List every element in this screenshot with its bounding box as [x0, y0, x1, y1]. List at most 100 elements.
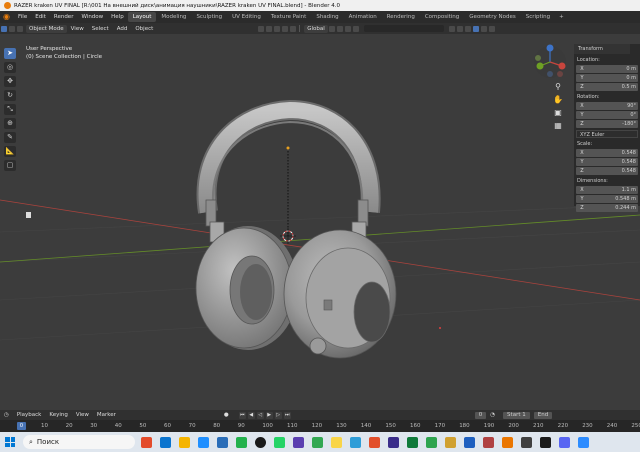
select-mode-icon[interactable]	[9, 25, 15, 32]
viewport-search-field[interactable]	[363, 25, 444, 32]
play-icon[interactable]: ▶	[265, 411, 273, 419]
camera-object-icon[interactable]	[26, 212, 31, 218]
taskbar-app-icon[interactable]	[521, 436, 532, 448]
render-icon[interactable]	[290, 25, 297, 32]
viewport-menu-add[interactable]: Add	[113, 26, 132, 32]
workspace-tab-shading[interactable]: Shading	[311, 12, 343, 22]
camera-icon[interactable]	[282, 25, 289, 32]
taskbar-app-icon[interactable]	[540, 436, 551, 448]
taskbar-app-icon[interactable]	[426, 436, 437, 448]
workspace-tab-geometry-nodes[interactable]: Geometry Nodes	[464, 12, 520, 22]
taskbar-app-icon[interactable]	[274, 436, 285, 448]
taskbar-app-icon[interactable]	[483, 436, 494, 448]
proportional-edit-icon[interactable]	[344, 25, 351, 32]
add-cube-tool-icon[interactable]: ▢	[4, 160, 16, 171]
rotation-z-field[interactable]: Z -180°	[576, 120, 638, 128]
taskbar-app-icon[interactable]	[236, 436, 247, 448]
workspace-tab-sculpting[interactable]: Sculpting	[191, 12, 227, 22]
next-key-icon[interactable]: ▷	[274, 411, 282, 419]
viewport-scene[interactable]	[0, 34, 640, 410]
current-frame-field[interactable]: 0	[474, 411, 487, 419]
shading-wireframe-icon[interactable]	[464, 25, 471, 32]
object-origin[interactable]	[286, 146, 290, 150]
windows-start-icon[interactable]	[5, 437, 15, 447]
scale-x-field[interactable]: X 0.548	[576, 149, 638, 157]
taskbar-app-icon[interactable]	[179, 436, 190, 448]
scale-tool-icon[interactable]: ⤡	[4, 104, 16, 115]
taskbar-app-icon[interactable]	[502, 436, 513, 448]
taskbar-app-icon[interactable]	[559, 436, 570, 448]
menu-window[interactable]: Window	[77, 14, 107, 20]
view-icon[interactable]	[274, 25, 281, 32]
taskbar-app-icon[interactable]	[578, 436, 589, 448]
clock-icon[interactable]: ◔	[486, 412, 499, 418]
measure-tool-icon[interactable]: 📐	[4, 146, 16, 157]
dimensions-x-field[interactable]: X 1.1 m	[576, 186, 638, 194]
taskbar-app-icon[interactable]	[141, 436, 152, 448]
xray-icon[interactable]	[456, 25, 463, 32]
taskbar-app-icon[interactable]	[312, 436, 323, 448]
menu-help[interactable]: Help	[107, 14, 128, 20]
transform-tool-icon[interactable]: ⊕	[4, 118, 16, 129]
3d-viewport[interactable]: ⚲ ✋ ▣ ▦	[0, 34, 640, 410]
move-tool-icon[interactable]: ✥	[4, 76, 16, 87]
sidebar-tabs[interactable]	[630, 44, 640, 64]
shading-rendered-icon[interactable]	[488, 25, 495, 32]
viewport-menu-view[interactable]: View	[67, 26, 88, 32]
rotate-tool-icon[interactable]: ↻	[4, 90, 16, 101]
start-frame-field[interactable]: Start 1	[503, 411, 530, 419]
rotation-y-field[interactable]: Y 0°	[576, 111, 638, 119]
scale-z-field[interactable]: Z 0.548	[576, 167, 638, 175]
viewport-overlays-icon[interactable]	[448, 25, 455, 32]
menu-edit[interactable]: Edit	[31, 14, 50, 20]
taskbar-app-icon[interactable]	[407, 436, 418, 448]
taskbar-app-icon[interactable]	[255, 436, 266, 448]
cursor-tool-icon[interactable]: ◎	[4, 62, 16, 73]
rotation-mode-dropdown[interactable]: XYZ Euler	[576, 130, 638, 138]
taskbar-app-icon[interactable]	[388, 436, 399, 448]
location-z-field[interactable]: Z 0.5 m	[576, 83, 638, 91]
light-object[interactable]	[439, 327, 441, 329]
shading-material-icon[interactable]	[480, 25, 487, 32]
timeline-menu-view[interactable]: View	[72, 412, 93, 418]
jump-end-icon[interactable]: ⏭	[283, 411, 291, 419]
taskbar-app-icon[interactable]	[198, 436, 209, 448]
viewport-menu-select[interactable]: Select	[88, 26, 113, 32]
navigation-gizmo[interactable]	[532, 44, 568, 80]
timeline-menu-playback[interactable]: Playback	[13, 412, 46, 418]
workspace-tab-animation[interactable]: Animation	[344, 12, 382, 22]
menu-file[interactable]: File	[14, 14, 31, 20]
timeline-ruler[interactable]: 0 10 20 30 40 50 60 70 80 90 100 110 120 130 140 150 16…	[0, 420, 640, 432]
taskbar-app-icon[interactable]	[331, 436, 342, 448]
visibility-icon[interactable]	[258, 25, 265, 32]
blender-logo-icon[interactable]: ◉	[3, 13, 11, 21]
workspace-tab-layout[interactable]: Layout	[127, 12, 157, 22]
timeline-editor-icon[interactable]: ◷	[0, 412, 13, 418]
grid-view-icon[interactable]: ▦	[553, 121, 563, 131]
workspace-tab-uv-editing[interactable]: UV Editing	[227, 12, 266, 22]
zoom-icon[interactable]: ⚲	[553, 82, 563, 92]
pivot-icon[interactable]	[328, 25, 335, 32]
headphones-model[interactable]	[195, 99, 397, 359]
add-workspace-icon[interactable]: +	[555, 14, 568, 20]
playhead[interactable]: 0	[17, 422, 26, 430]
workspace-tab-compositing[interactable]: Compositing	[420, 12, 464, 22]
dimensions-y-field[interactable]: Y 0.548 m	[576, 195, 638, 203]
select-box-tool-icon[interactable]: ➤	[4, 48, 16, 59]
taskbar-app-icon[interactable]	[445, 436, 456, 448]
transform-orientation-dropdown[interactable]: Global	[304, 24, 328, 33]
object-mode-dropdown[interactable]: Object Mode	[26, 24, 67, 33]
end-frame-field[interactable]: End	[533, 411, 553, 419]
pan-hand-icon[interactable]: ✋	[553, 95, 563, 105]
taskbar-search[interactable]: ⌕ Поиск	[23, 435, 135, 449]
jump-start-icon[interactable]: ⏮	[238, 411, 246, 419]
scale-y-field[interactable]: Y 0.548	[576, 158, 638, 166]
viewport-menu-object[interactable]: Object	[131, 26, 157, 32]
workspace-tab-modeling[interactable]: Modeling	[156, 12, 191, 22]
select-mode-extend-icon[interactable]	[17, 25, 23, 32]
taskbar-app-icon[interactable]	[350, 436, 361, 448]
taskbar-app-icon[interactable]	[369, 436, 380, 448]
timeline-menu-keying[interactable]: Keying	[45, 412, 71, 418]
location-y-field[interactable]: Y0 m	[576, 74, 638, 82]
workspace-tab-scripting[interactable]: Scripting	[521, 12, 555, 22]
